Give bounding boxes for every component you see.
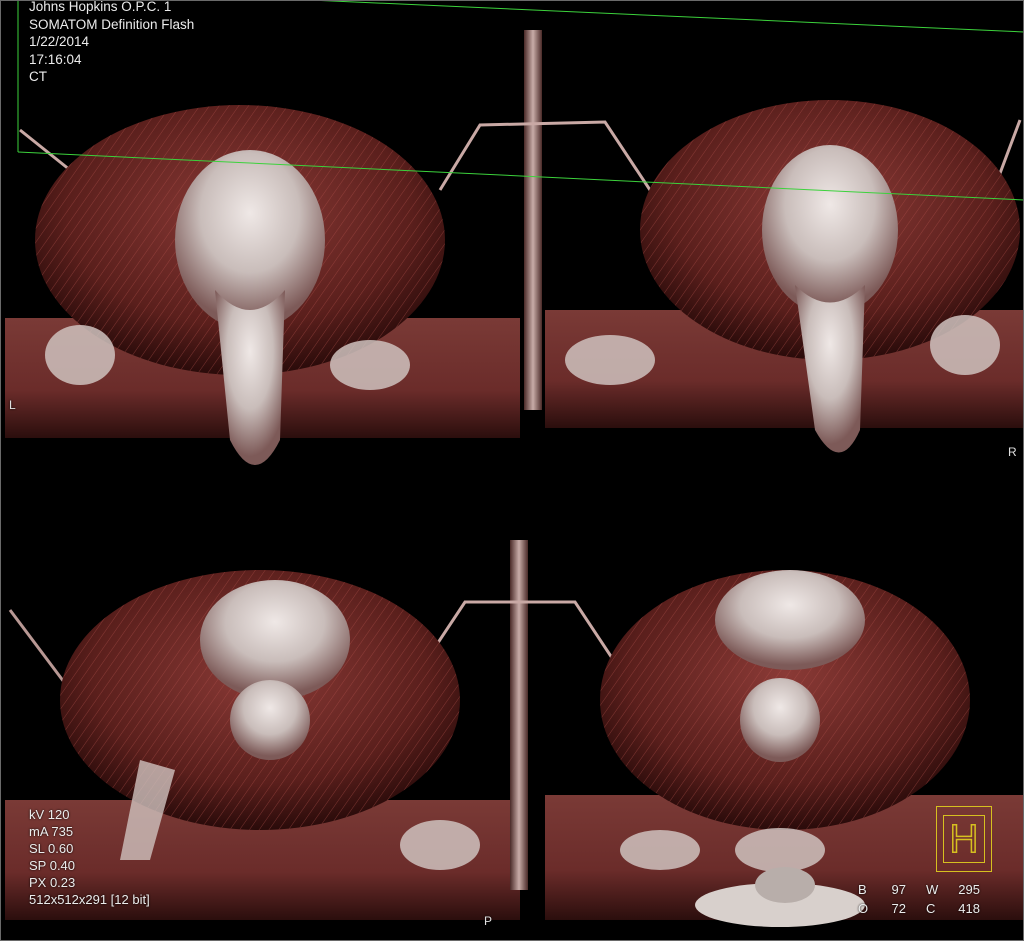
logo-frame: H — [943, 815, 985, 863]
study-date: 1/22/2014 — [29, 34, 90, 50]
slice-thickness: SL 0.60 — [29, 841, 74, 856]
ma-value: mA 735 — [29, 824, 74, 839]
orientation-left: L — [9, 398, 16, 412]
c-value: 418 — [958, 901, 980, 916]
orientation-posterior: P — [484, 914, 493, 928]
o-label: O — [858, 901, 869, 916]
kv-value: kV 120 — [29, 807, 70, 822]
pixel-size: PX 0.23 — [29, 875, 76, 890]
ct-viewport[interactable] — [0, 0, 1024, 941]
logo-letter: H — [949, 816, 979, 862]
study-time: 17:16:04 — [29, 51, 82, 67]
volume-rendering — [0, 0, 1024, 941]
window-level-overlay: B 97 W 295 O 72 C 418 — [858, 880, 980, 918]
dicom-header-overlay: Johns Hopkins O.P.C. 1 SOMATOM Definitio… — [29, 0, 194, 86]
slice-spacing: SP 0.40 — [29, 858, 76, 873]
c-label: C — [926, 901, 936, 916]
acquisition-overlay: kV 120 mA 735 SL 0.60 SP 0.40 PX 0.23 51… — [29, 806, 150, 908]
scanner-label: SOMATOM Definition Flash — [29, 16, 195, 32]
orientation-right: R — [1008, 445, 1017, 459]
institution-label: Johns Hopkins O.P.C. 1 — [29, 0, 172, 14]
b-value: 97 — [891, 882, 906, 897]
b-label: B — [858, 882, 867, 897]
w-label: W — [926, 882, 939, 897]
o-value: 72 — [891, 901, 906, 916]
hopkins-logo-icon: H — [936, 806, 992, 872]
w-value: 295 — [958, 882, 980, 897]
matrix-size: 512x512x291 [12 bit] — [29, 892, 150, 907]
modality-label: CT — [29, 69, 47, 85]
